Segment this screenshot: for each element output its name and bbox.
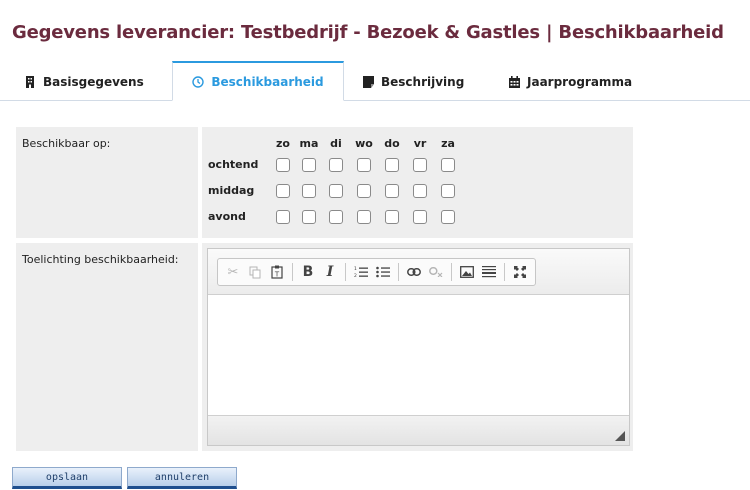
tab-jaarprogramma[interactable]: Jaarprogramma bbox=[508, 62, 648, 101]
bullet-list-icon[interactable] bbox=[372, 261, 394, 283]
toolbar-separator bbox=[345, 263, 346, 281]
explanation-label: Toelichting beschikbaarheid: bbox=[22, 253, 179, 266]
svg-text:T: T bbox=[274, 271, 280, 279]
checkbox-middag-za[interactable] bbox=[441, 184, 455, 198]
checkbox-avond-zo[interactable] bbox=[276, 210, 290, 224]
editor-content-area[interactable] bbox=[208, 296, 629, 416]
checkbox-middag-di[interactable] bbox=[329, 184, 343, 198]
checkbox-ochtend-vr[interactable] bbox=[413, 158, 427, 172]
rich-text-editor: ✂ T B I 12 bbox=[207, 248, 630, 446]
editor-toolbar: ✂ T B I 12 bbox=[208, 249, 629, 295]
day-header: vr bbox=[413, 136, 427, 150]
period-label: avond bbox=[208, 209, 246, 223]
day-header: di bbox=[330, 136, 342, 150]
checkbox-avond-ma[interactable] bbox=[302, 210, 316, 224]
checkbox-avond-vr[interactable] bbox=[413, 210, 427, 224]
toolbar-separator bbox=[451, 263, 452, 281]
checkbox-middag-do[interactable] bbox=[385, 184, 399, 198]
availability-label-cell: Beschikbaar op: bbox=[16, 127, 198, 238]
toolbar-separator bbox=[398, 263, 399, 281]
toolbar-separator bbox=[504, 263, 505, 281]
day-header: za bbox=[441, 136, 455, 150]
resize-handle-icon[interactable] bbox=[615, 431, 625, 441]
copy-icon[interactable] bbox=[244, 261, 266, 283]
checkbox-avond-di[interactable] bbox=[329, 210, 343, 224]
checkbox-middag-wo[interactable] bbox=[357, 184, 371, 198]
horizontal-rule-icon[interactable] bbox=[478, 261, 500, 283]
availability-field-cell: zo ma di wo do vr za ochtend middag avon… bbox=[202, 127, 633, 238]
toolbar-separator bbox=[292, 263, 293, 281]
period-row-ochtend: ochtend bbox=[208, 151, 462, 177]
save-button[interactable]: opslaan bbox=[12, 467, 122, 489]
day-header: do bbox=[384, 136, 400, 150]
page-title: Gegevens leverancier: Testbedrijf - Bezo… bbox=[12, 22, 724, 43]
calendar-icon bbox=[508, 75, 520, 88]
tab-beschrijving[interactable]: Beschrijving bbox=[362, 62, 482, 101]
checkbox-middag-zo[interactable] bbox=[276, 184, 290, 198]
checkbox-middag-vr[interactable] bbox=[413, 184, 427, 198]
explanation-label-cell: Toelichting beschikbaarheid: bbox=[16, 243, 198, 451]
tab-bar: Basisgegevens Beschikbaarheid Beschrijvi… bbox=[0, 61, 750, 101]
explanation-field-cell: ✂ T B I 12 bbox=[202, 243, 633, 451]
checkbox-ochtend-wo[interactable] bbox=[357, 158, 371, 172]
day-header: zo bbox=[276, 136, 290, 150]
tab-label: Beschikbaarheid bbox=[211, 74, 324, 89]
image-icon[interactable] bbox=[456, 261, 478, 283]
document-icon bbox=[362, 75, 374, 88]
tab-label: Beschrijving bbox=[381, 74, 465, 89]
cut-icon[interactable]: ✂ bbox=[222, 261, 244, 283]
checkbox-avond-do[interactable] bbox=[385, 210, 399, 224]
tab-beschikbaarheid[interactable]: Beschikbaarheid bbox=[172, 61, 344, 101]
bold-icon[interactable]: B bbox=[297, 261, 319, 283]
paste-text-icon[interactable]: T bbox=[266, 261, 288, 283]
tab-label: Basisgegevens bbox=[43, 74, 144, 89]
toolbar-group-clipboard: ✂ T B I 12 bbox=[217, 258, 536, 286]
numbered-list-icon[interactable]: 12 bbox=[350, 261, 372, 283]
checkbox-avond-za[interactable] bbox=[441, 210, 455, 224]
tab-label: Jaarprogramma bbox=[527, 74, 633, 89]
period-row-avond: avond bbox=[208, 203, 462, 229]
building-icon bbox=[24, 75, 36, 88]
period-row-middag: middag bbox=[208, 177, 462, 203]
availability-grid: zo ma di wo do vr za ochtend middag avon… bbox=[208, 135, 462, 229]
day-header: wo bbox=[355, 136, 373, 150]
period-label: middag bbox=[208, 183, 255, 197]
checkbox-avond-wo[interactable] bbox=[357, 210, 371, 224]
day-header: ma bbox=[299, 136, 319, 150]
checkbox-ochtend-za[interactable] bbox=[441, 158, 455, 172]
tab-basisgegevens[interactable]: Basisgegevens bbox=[24, 62, 164, 101]
svg-text:1: 1 bbox=[354, 266, 357, 272]
availability-label: Beschikbaar op: bbox=[22, 137, 111, 150]
clock-icon bbox=[192, 75, 205, 88]
editor-footer bbox=[208, 415, 629, 445]
checkbox-ochtend-di[interactable] bbox=[329, 158, 343, 172]
link-icon[interactable] bbox=[403, 261, 425, 283]
unlink-icon[interactable] bbox=[425, 261, 447, 283]
svg-text:2: 2 bbox=[354, 273, 357, 278]
checkbox-ochtend-ma[interactable] bbox=[302, 158, 316, 172]
checkbox-ochtend-do[interactable] bbox=[385, 158, 399, 172]
maximize-icon[interactable] bbox=[509, 261, 531, 283]
cancel-button[interactable]: annuleren bbox=[127, 467, 237, 489]
italic-icon[interactable]: I bbox=[319, 261, 341, 283]
checkbox-ochtend-zo[interactable] bbox=[276, 158, 290, 172]
period-label: ochtend bbox=[208, 157, 259, 171]
checkbox-middag-ma[interactable] bbox=[302, 184, 316, 198]
